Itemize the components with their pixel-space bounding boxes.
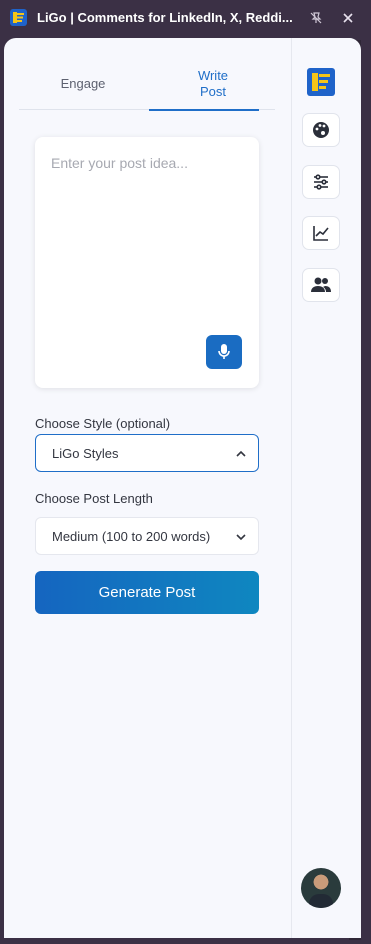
team-button[interactable] — [302, 268, 340, 302]
microphone-icon — [218, 344, 230, 359]
post-idea-input[interactable] — [51, 155, 246, 335]
pin-off-icon[interactable] — [306, 8, 326, 28]
palette-icon — [313, 122, 329, 138]
avatar-shirt — [309, 894, 333, 908]
tab-engage[interactable]: Engage — [19, 58, 147, 110]
main-content: Engage Write Post Choose Style (optional… — [4, 38, 291, 938]
sidebar — [291, 38, 353, 938]
tab-write-post-label: Write Post — [197, 68, 229, 99]
length-label: Choose Post Length — [35, 491, 153, 506]
user-avatar[interactable] — [301, 868, 341, 908]
length-select[interactable]: Medium (100 to 200 words) — [35, 517, 259, 555]
chevron-up-icon — [236, 450, 246, 457]
ligo-logo-icon — [10, 9, 27, 26]
window-titlebar: LiGo | Comments for LinkedIn, X, Reddi..… — [0, 0, 371, 38]
sliders-icon — [314, 174, 328, 190]
length-select-value: Medium (100 to 200 words) — [52, 528, 211, 544]
style-select-value: LiGo Styles — [52, 445, 119, 461]
post-idea-card — [35, 137, 259, 388]
analytics-button[interactable] — [302, 216, 340, 250]
microphone-button[interactable] — [206, 335, 242, 369]
ligo-logo-icon[interactable] — [307, 68, 335, 96]
extension-panel: Engage Write Post Choose Style (optional… — [4, 38, 361, 938]
style-select[interactable]: LiGo Styles — [35, 434, 259, 472]
style-label: Choose Style (optional) — [35, 416, 171, 431]
active-tab-indicator — [149, 109, 259, 111]
close-icon[interactable] — [338, 8, 358, 28]
analytics-chart-icon — [313, 226, 329, 241]
tab-engage-label: Engage — [60, 76, 106, 91]
generate-post-label: Generate Post — [98, 584, 196, 601]
generate-post-button[interactable]: Generate Post — [35, 571, 259, 614]
tab-bar: Engage Write Post — [19, 58, 277, 111]
window-title: LiGo | Comments for LinkedIn, X, Reddi..… — [37, 10, 293, 25]
chevron-down-icon — [236, 534, 246, 541]
users-icon — [311, 277, 331, 292]
tab-write-post[interactable]: Write Post — [149, 58, 277, 111]
palette-button[interactable] — [302, 113, 340, 147]
settings-sliders-button[interactable] — [302, 165, 340, 199]
